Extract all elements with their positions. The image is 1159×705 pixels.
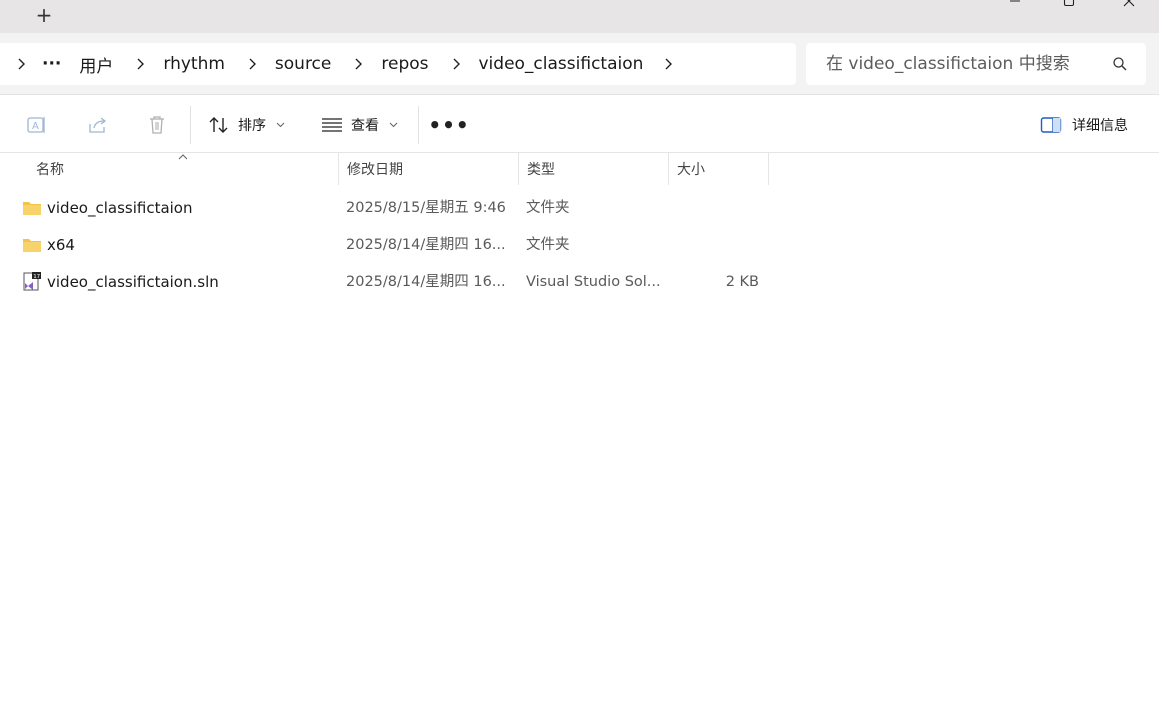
view-lines-icon xyxy=(322,118,342,132)
file-type: Visual Studio Sol... xyxy=(526,274,661,290)
column-header-size[interactable]: 大小 xyxy=(669,153,769,185)
chevron-down-icon xyxy=(276,122,285,128)
file-row[interactable]: video_classifictaion 2025/8/15/星期五 9:46 … xyxy=(0,190,1159,227)
file-list: video_classifictaion 2025/8/15/星期五 9:46 … xyxy=(0,190,1159,301)
sort-label: 排序 xyxy=(238,118,266,134)
tab-strip xyxy=(0,0,1159,33)
svg-text:A: A xyxy=(32,121,39,132)
chevron-right-icon[interactable] xyxy=(10,58,32,70)
new-tab-button[interactable]: + xyxy=(26,0,62,30)
sort-dropdown[interactable]: 排序 xyxy=(208,108,285,142)
search-input[interactable] xyxy=(824,53,1094,75)
file-name[interactable]: video_classifictaion xyxy=(47,190,193,227)
breadcrumb-item-repos[interactable]: repos xyxy=(369,54,436,74)
file-size xyxy=(669,227,759,264)
file-name[interactable]: x64 xyxy=(47,227,75,264)
breadcrumb[interactable]: ··· 用户 rhythm source repos video_classif… xyxy=(0,43,796,85)
minimize-icon xyxy=(1010,0,1020,2)
column-size-label: 大小 xyxy=(677,162,705,178)
breadcrumb-item-users[interactable]: 用户 xyxy=(71,52,121,77)
chevron-right-icon[interactable] xyxy=(241,58,263,70)
address-row: ··· 用户 rhythm source repos video_classif… xyxy=(0,33,1159,95)
file-name[interactable]: video_classifictaion.sln xyxy=(47,264,219,301)
column-type-label: 类型 xyxy=(527,162,555,178)
sort-ascending-icon xyxy=(178,154,188,160)
chevron-right-icon[interactable] xyxy=(445,58,467,70)
breadcrumb-item-current[interactable]: video_classifictaion xyxy=(467,54,652,74)
chevron-right-icon[interactable] xyxy=(129,58,151,70)
file-date: 2025/8/15/星期五 9:46 xyxy=(346,200,506,216)
file-row[interactable]: x64 2025/8/14/星期四 16... 文件夹 xyxy=(0,227,1159,264)
minimize-button[interactable] xyxy=(992,0,1038,12)
chevron-down-icon xyxy=(389,122,398,128)
search-box[interactable] xyxy=(806,43,1146,85)
file-size xyxy=(669,190,759,227)
details-label: 详细信息 xyxy=(1072,118,1128,134)
chevron-right-icon[interactable] xyxy=(347,58,369,70)
file-date: 2025/8/14/星期四 16... xyxy=(346,237,506,253)
maximize-button[interactable] xyxy=(1046,0,1092,12)
maximize-icon xyxy=(1063,0,1075,7)
column-date-label: 修改日期 xyxy=(347,162,403,178)
file-date: 2025/8/14/星期四 16... xyxy=(346,274,506,290)
column-header-type[interactable]: 类型 xyxy=(519,153,669,185)
close-icon xyxy=(1123,0,1135,7)
toolbar-divider xyxy=(418,106,419,144)
column-header-name[interactable]: 名称 xyxy=(28,153,339,185)
folder-icon xyxy=(23,202,41,215)
details-pane-icon xyxy=(1040,117,1062,133)
share-icon xyxy=(89,117,107,133)
breadcrumb-item-source[interactable]: source xyxy=(263,54,339,74)
breadcrumb-overflow[interactable]: ··· xyxy=(32,54,71,74)
title-bar: + xyxy=(0,0,1159,33)
sort-icon xyxy=(209,117,228,133)
view-label: 查看 xyxy=(351,118,379,134)
chevron-right-icon[interactable] xyxy=(657,58,679,70)
file-row[interactable]: 17 video_classifictaion.sln 2025/8/14/星期… xyxy=(0,264,1159,301)
search-icon[interactable] xyxy=(1112,56,1128,72)
details-pane-button[interactable]: 详细信息 xyxy=(1040,108,1128,142)
toolbar-divider xyxy=(190,106,191,144)
visual-studio-solution-icon: 17 xyxy=(23,272,41,291)
view-dropdown[interactable]: 查看 xyxy=(321,108,398,142)
more-options-button[interactable]: ••• xyxy=(428,108,468,142)
close-button[interactable] xyxy=(1106,0,1152,12)
column-name-label: 名称 xyxy=(36,162,64,178)
rename-button[interactable]: A xyxy=(22,110,52,140)
delete-button[interactable] xyxy=(142,110,172,140)
file-size: 2 KB xyxy=(725,274,759,290)
column-header-row: 名称 修改日期 类型 大小 xyxy=(0,153,1159,185)
rename-icon: A xyxy=(27,117,45,133)
breadcrumb-item-rhythm[interactable]: rhythm xyxy=(151,54,233,74)
file-type: 文件夹 xyxy=(526,237,570,253)
svg-text:17: 17 xyxy=(33,274,40,280)
folder-icon xyxy=(23,239,41,252)
command-bar: A 排序 查看 ••• 详细信息 xyxy=(0,96,1159,153)
column-header-date[interactable]: 修改日期 xyxy=(339,153,519,185)
file-type: 文件夹 xyxy=(526,200,570,216)
share-button[interactable] xyxy=(83,110,113,140)
trash-icon xyxy=(150,116,164,134)
